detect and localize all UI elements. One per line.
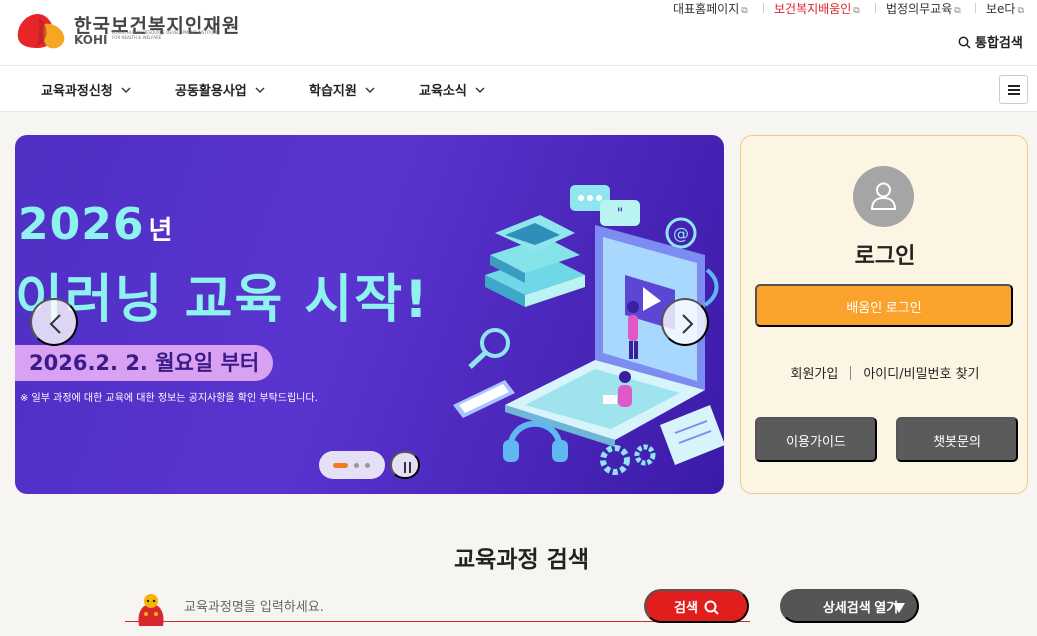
nav-item-education-news[interactable]: 교육소식	[419, 80, 485, 99]
chevron-left-icon	[49, 314, 61, 334]
external-link-icon: ⧉	[741, 6, 748, 16]
banner-pause-button[interactable]	[390, 451, 420, 479]
all-menu-button[interactable]	[999, 75, 1028, 104]
nav-item-joint-program[interactable]: 공동활용사업	[175, 80, 265, 99]
pagination-dot-active[interactable]	[333, 463, 348, 468]
banner-year: 2026 년	[18, 199, 174, 250]
banner-next-button[interactable]	[661, 298, 709, 346]
util-divider	[975, 3, 976, 13]
util-divider	[763, 3, 764, 13]
svg-text:": "	[617, 206, 623, 222]
course-search-input[interactable]	[184, 597, 634, 617]
baeumin-login-button[interactable]: 배움인 로그인	[755, 284, 1013, 327]
hamburger-icon	[1008, 85, 1020, 87]
integrated-search-link[interactable]: 통합검색	[958, 32, 1023, 51]
pagination-dot[interactable]	[354, 463, 359, 468]
banner-date-badge: 2026.2. 2. 월요일 부터	[15, 345, 274, 381]
triangle-down-icon	[893, 603, 905, 613]
account-links: 회원가입 아이디/비밀번호 찾기	[741, 363, 1029, 382]
kohi-logo-icon	[17, 14, 65, 49]
link-divider	[850, 366, 852, 380]
svg-text:@: @	[673, 224, 689, 243]
advanced-search-toggle[interactable]: 상세검색 열기	[780, 589, 919, 623]
banner-note: ※ 일부 과정에 대한 교육에 대한 정보는 공지사항을 확인 부탁드립니다.	[20, 393, 318, 404]
util-link-main-homepage[interactable]: 대표홈페이지 ⧉	[673, 0, 748, 17]
util-link-mandatory-education[interactable]: 법정의무교육 ⧉	[886, 0, 961, 17]
user-guide-button[interactable]: 이용가이드	[755, 417, 877, 462]
chevron-down-icon	[365, 87, 375, 93]
site-header: 한국보건복지인재원 KOHI KOREA HUMAN RESOURCE DEVE…	[0, 0, 1037, 65]
external-link-icon: ⧉	[1017, 6, 1024, 16]
chevron-down-icon	[121, 87, 131, 93]
external-link-icon: ⧉	[954, 6, 961, 16]
chevron-right-icon	[682, 314, 694, 334]
nav-item-course-application[interactable]: 교육과정신청	[41, 80, 131, 99]
course-search-title: 교육과정 검색	[454, 547, 589, 573]
search-icon	[704, 600, 719, 615]
util-link-baeumin[interactable]: 보건복지배움인 ⧉	[774, 0, 860, 17]
pause-icon	[404, 462, 406, 473]
kohi-logo[interactable]: 한국보건복지인재원 KOHI KOREA HUMAN RESOURCE DEVE…	[14, 8, 239, 52]
chevron-down-icon	[475, 87, 485, 93]
pagination-dot[interactable]	[365, 463, 370, 468]
course-search-button[interactable]: 검색	[644, 589, 749, 623]
chevron-down-icon	[255, 87, 265, 93]
login-panel: 로그인 배움인 로그인 회원가입 아이디/비밀번호 찾기 이용가이드 챗봇문의	[740, 135, 1028, 494]
banner-prev-button[interactable]	[30, 298, 78, 346]
find-account-link[interactable]: 아이디/비밀번호 찾기	[863, 367, 979, 382]
login-title: 로그인	[854, 244, 916, 269]
nav-item-learning-support[interactable]: 학습지원	[309, 80, 375, 99]
search-icon	[958, 36, 971, 49]
chatbot-button[interactable]: 챗봇문의	[896, 417, 1018, 462]
external-link-icon: ⧉	[853, 6, 860, 16]
user-icon	[870, 182, 897, 210]
util-divider	[875, 3, 876, 13]
main-navigation: 교육과정신청 공동활용사업 학습지원 교육소식	[0, 65, 1037, 112]
util-link-boeda[interactable]: 보e다 ⧉	[986, 0, 1024, 17]
avatar	[853, 166, 914, 227]
signup-link[interactable]: 회원가입	[791, 367, 839, 382]
logo-english-subtitle: KOREA HUMAN RESOURCE DEVELOPMENT INSTITU…	[112, 30, 219, 40]
logo-english-name: KOHI	[74, 33, 108, 47]
main-banner-slider[interactable]: 2026 년 이러닝 교육 시작! 2026.2. 2. 월요일 부터 ※ 일부 …	[15, 135, 724, 494]
banner-pagination	[319, 451, 385, 479]
